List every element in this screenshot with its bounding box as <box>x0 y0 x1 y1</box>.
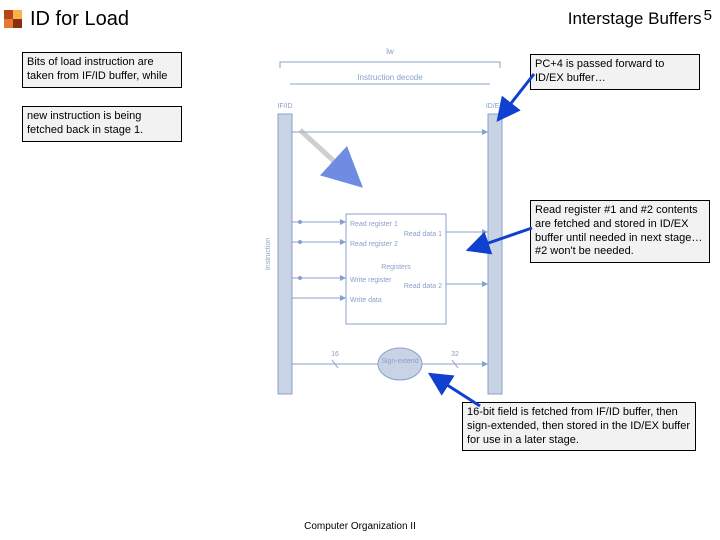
arrow-readregs <box>468 228 532 250</box>
callout-arrows <box>0 0 720 540</box>
arrow-signext <box>430 374 480 406</box>
arrow-faded <box>300 130 360 185</box>
arrow-pc4 <box>498 74 534 120</box>
footer: Computer Organization II <box>0 521 720 532</box>
